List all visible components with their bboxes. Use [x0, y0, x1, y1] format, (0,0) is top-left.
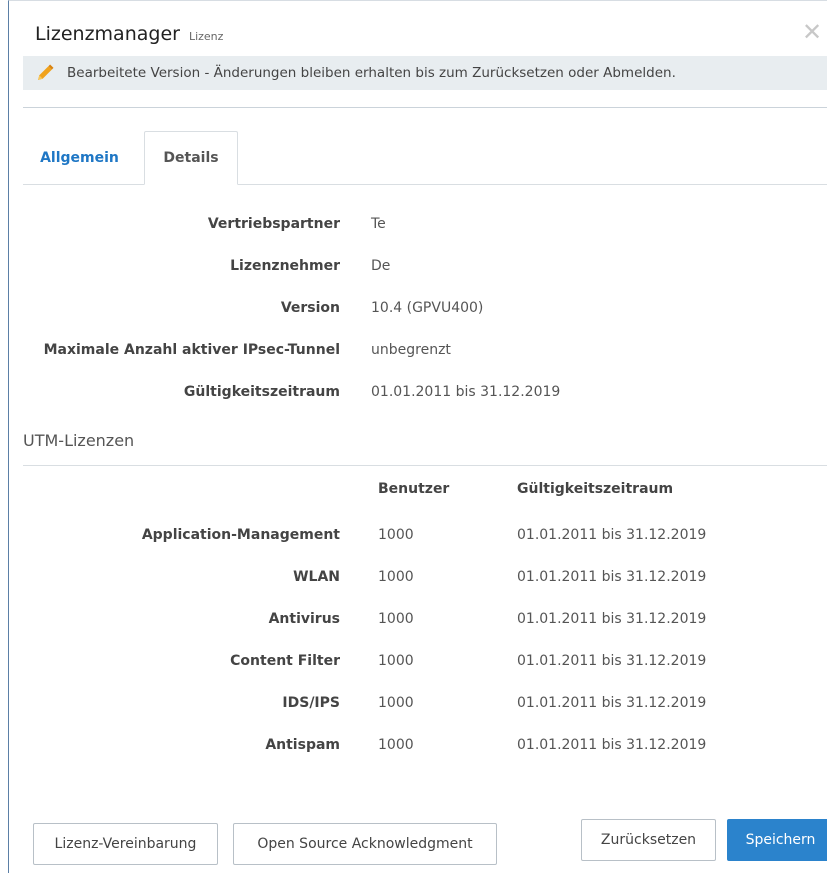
detail-label: Lizenznehmer	[230, 258, 340, 274]
utm-validity: 01.01.2011 bis 31.12.2019	[517, 527, 707, 543]
reset-button[interactable]: Zurücksetzen	[581, 819, 716, 861]
utm-row-antispam: Antispam 1000 01.01.2011 bis 31.12.2019	[23, 737, 827, 761]
column-header-validity: Gültigkeitszeitraum	[517, 481, 674, 497]
utm-license-name: WLAN	[293, 569, 340, 585]
license-manager-dialog: Lizenzmanager Lizenz ✕ Bearbeitete Versi…	[8, 0, 827, 873]
utm-users: 1000	[378, 527, 414, 543]
tab-details[interactable]: Details	[144, 131, 238, 185]
dialog-header: Lizenzmanager Lizenz	[35, 23, 223, 51]
detail-row-licensee: Lizenznehmer De	[23, 258, 827, 282]
utm-users: 1000	[378, 737, 414, 753]
utm-validity: 01.01.2011 bis 31.12.2019	[517, 611, 707, 627]
open-source-acknowledgment-button[interactable]: Open Source Acknowledgment	[233, 823, 497, 865]
detail-value: 10.4 (GPVU400)	[371, 300, 484, 316]
utm-row-antivirus: Antivirus 1000 01.01.2011 bis 31.12.2019	[23, 611, 827, 635]
save-button[interactable]: Speichern	[727, 819, 827, 861]
detail-row-sales-partner: Vertriebspartner Te	[23, 216, 827, 240]
utm-validity: 01.01.2011 bis 31.12.2019	[517, 653, 707, 669]
detail-value: De	[371, 258, 391, 274]
utm-validity: 01.01.2011 bis 31.12.2019	[517, 569, 707, 585]
utm-section-divider	[23, 465, 827, 466]
utm-validity: 01.01.2011 bis 31.12.2019	[517, 737, 707, 753]
utm-row-ids-ips: IDS/IPS 1000 01.01.2011 bis 31.12.2019	[23, 695, 827, 719]
utm-users: 1000	[378, 611, 414, 627]
detail-value: unbegrenzt	[371, 342, 451, 358]
utm-license-name: IDS/IPS	[282, 695, 340, 711]
column-header-users: Benutzer	[378, 481, 450, 497]
dialog-subtitle: Lizenz	[188, 30, 224, 43]
utm-license-name: Antivirus	[268, 611, 340, 627]
detail-value: Te	[371, 216, 386, 232]
notice-text: Bearbeitete Version - Änderungen bleiben…	[67, 65, 676, 81]
edited-version-notice: Bearbeitete Version - Änderungen bleiben…	[23, 56, 827, 90]
utm-row-wlan: WLAN 1000 01.01.2011 bis 31.12.2019	[23, 569, 827, 593]
utm-validity: 01.01.2011 bis 31.12.2019	[517, 695, 707, 711]
utm-users: 1000	[378, 653, 414, 669]
utm-row-content-filter: Content Filter 1000 01.01.2011 bis 31.12…	[23, 653, 827, 677]
detail-row-ipsec-tunnels: Maximale Anzahl aktiver IPsec-Tunnel unb…	[23, 342, 827, 366]
detail-label: Maximale Anzahl aktiver IPsec-Tunnel	[43, 342, 340, 358]
utm-section-title: UTM-Lizenzen	[23, 431, 135, 450]
detail-value: 01.01.2011 bis 31.12.2019	[371, 384, 561, 400]
detail-label: Version	[280, 300, 340, 316]
detail-row-version: Version 10.4 (GPVU400)	[23, 300, 827, 324]
detail-row-validity: Gültigkeitszeitraum 01.01.2011 bis 31.12…	[23, 384, 827, 408]
close-icon[interactable]: ✕	[801, 20, 823, 44]
tab-bar: Allgemein Details	[23, 131, 827, 185]
header-divider	[23, 107, 827, 108]
pencil-icon	[34, 62, 56, 84]
utm-users: 1000	[378, 695, 414, 711]
utm-users: 1000	[378, 569, 414, 585]
detail-label: Vertriebspartner	[207, 216, 340, 232]
utm-row-application-management: Application-Management 1000 01.01.2011 b…	[23, 527, 827, 551]
utm-license-name: Application-Management	[141, 527, 340, 543]
detail-label: Gültigkeitszeitraum	[183, 384, 340, 400]
dialog-title: Lizenzmanager	[35, 23, 180, 45]
tab-general[interactable]: Allgemein	[23, 131, 136, 184]
utm-license-name: Content Filter	[230, 653, 340, 669]
license-agreement-button[interactable]: Lizenz-Vereinbarung	[33, 823, 218, 865]
utm-license-name: Antispam	[265, 737, 340, 753]
